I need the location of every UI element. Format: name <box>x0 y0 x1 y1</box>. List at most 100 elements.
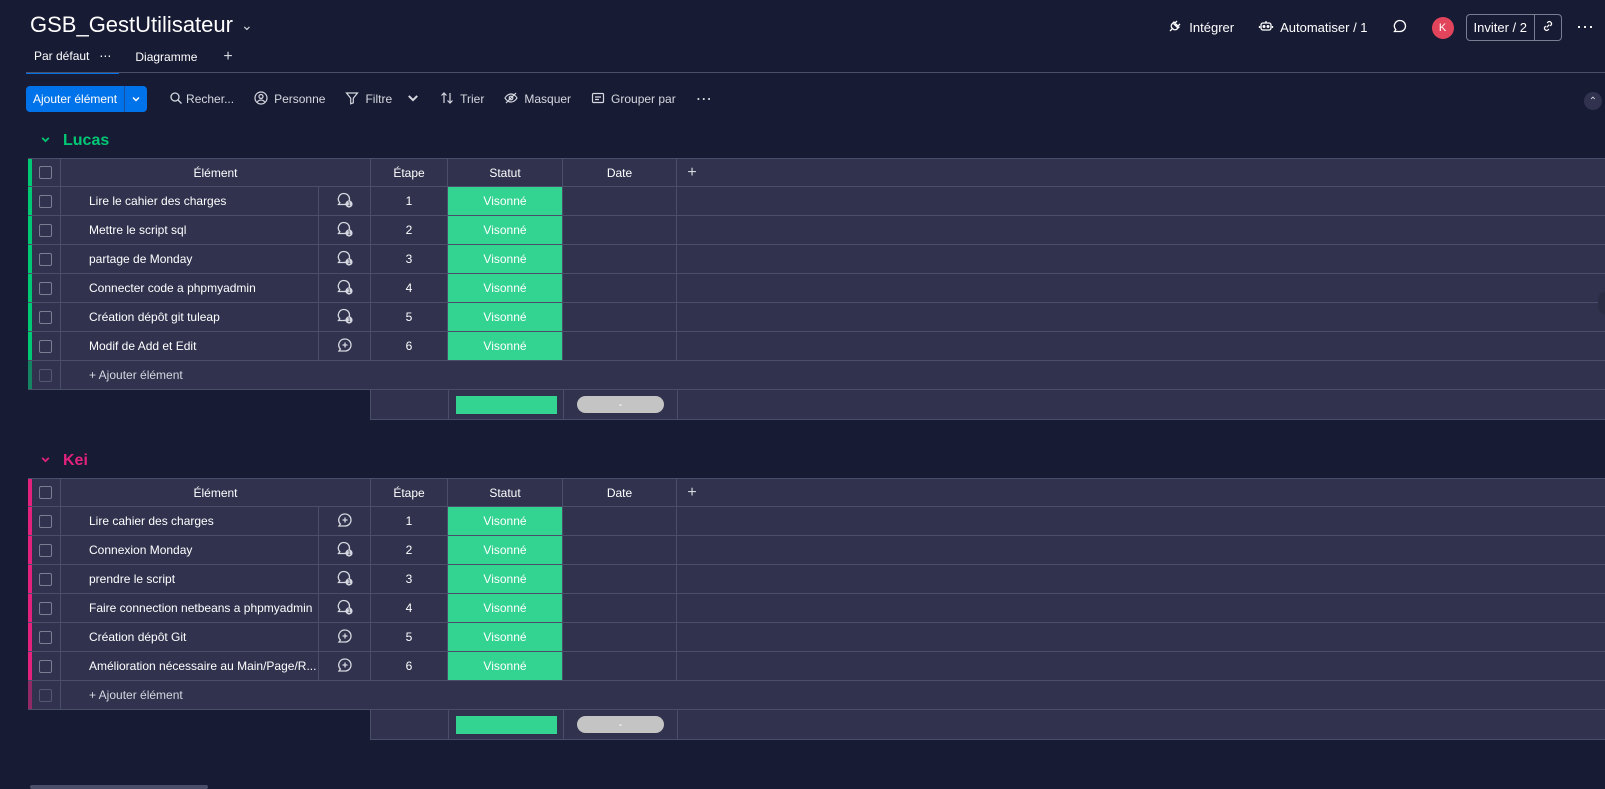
item-updates-button[interactable] <box>319 332 371 360</box>
add-item-input[interactable]: + Ajouter élément <box>61 361 461 389</box>
add-item-row[interactable]: + Ajouter élément <box>28 361 1605 390</box>
select-all-checkbox[interactable] <box>31 479 61 506</box>
item-name[interactable]: Création dépôt git tuleap <box>61 303 319 331</box>
table-row[interactable]: Faire connection netbeans a phpmyadmin 1… <box>28 594 1605 623</box>
status-badge[interactable]: Visonné <box>448 652 563 680</box>
automate-button[interactable]: Automatiser / 1 <box>1246 14 1379 41</box>
column-header-status[interactable]: Statut <box>448 159 563 186</box>
select-all-checkbox[interactable] <box>31 159 61 186</box>
board-title[interactable]: GSB_GestUtilisateur ⌄ <box>30 12 253 38</box>
avatar[interactable]: K <box>1431 16 1454 39</box>
column-header-status[interactable]: Statut <box>448 479 563 506</box>
item-step[interactable]: 2 <box>371 216 448 244</box>
hide-button[interactable]: Masquer <box>494 86 581 112</box>
side-panel-handle[interactable] <box>1598 292 1605 314</box>
invite-button[interactable]: Inviter / 2 <box>1467 15 1535 40</box>
more-options-icon[interactable]: ⋯ <box>1562 17 1595 38</box>
item-date[interactable] <box>563 594 677 622</box>
item-updates-button[interactable] <box>319 507 371 535</box>
add-item-dropdown[interactable] <box>125 86 147 112</box>
status-badge[interactable]: Visonné <box>448 594 563 622</box>
item-step[interactable]: 2 <box>371 536 448 564</box>
item-updates-button[interactable] <box>319 623 371 651</box>
chevron-down-icon[interactable]: ⌄ <box>241 17 253 34</box>
row-checkbox[interactable] <box>31 303 61 331</box>
status-badge[interactable]: Visonné <box>448 332 563 360</box>
add-column-button[interactable]: + <box>677 479 707 506</box>
table-row[interactable]: Création dépôt git tuleap 1 5 Visonné <box>28 303 1605 332</box>
updates-button[interactable] <box>1380 14 1420 41</box>
add-item-input[interactable]: + Ajouter élément <box>61 681 461 709</box>
status-badge[interactable]: Visonné <box>448 216 563 244</box>
row-checkbox[interactable] <box>31 216 61 244</box>
item-step[interactable]: 6 <box>371 332 448 360</box>
table-row[interactable]: Amélioration nécessaire au Main/Page/R..… <box>28 652 1605 681</box>
item-name[interactable]: Amélioration nécessaire au Main/Page/R..… <box>61 652 319 680</box>
column-header-element[interactable]: Élément <box>61 159 371 186</box>
item-name[interactable]: Connecter code a phpmyadmin <box>61 274 319 302</box>
integrate-button[interactable]: Intégrer <box>1155 14 1246 41</box>
person-filter-button[interactable]: Personne <box>244 86 335 112</box>
item-date[interactable] <box>563 332 677 360</box>
status-badge[interactable]: Visonné <box>448 187 563 215</box>
chevron-down-icon[interactable] <box>40 454 51 468</box>
item-updates-button[interactable]: 1 <box>319 274 371 302</box>
tab-default[interactable]: Par défaut ⋯ <box>26 46 120 74</box>
item-date[interactable] <box>563 652 677 680</box>
item-name[interactable]: prendre le script <box>61 565 319 593</box>
item-step[interactable]: 3 <box>371 245 448 273</box>
item-updates-button[interactable]: 1 <box>319 594 371 622</box>
item-name[interactable]: Création dépôt Git <box>61 623 319 651</box>
item-date[interactable] <box>563 187 677 215</box>
table-row[interactable]: Modif de Add et Edit 6 Visonné <box>28 332 1605 361</box>
status-badge[interactable]: Visonné <box>448 507 563 535</box>
column-header-element[interactable]: Élément <box>61 479 371 506</box>
item-name[interactable]: Modif de Add et Edit <box>61 332 319 360</box>
group-title-lucas[interactable]: Lucas <box>40 130 109 152</box>
item-date[interactable] <box>563 216 677 244</box>
item-name[interactable]: Faire connection netbeans a phpmyadmin <box>61 594 319 622</box>
group-title-kei[interactable]: Kei <box>40 450 88 472</box>
collapse-header-button[interactable]: ⌃ <box>1584 92 1602 110</box>
column-header-date[interactable]: Date <box>563 479 677 506</box>
table-row[interactable]: Mettre le script sql 1 2 Visonné <box>28 216 1605 245</box>
item-date[interactable] <box>563 565 677 593</box>
item-name[interactable]: Connexion Monday <box>61 536 319 564</box>
row-checkbox[interactable] <box>31 681 61 709</box>
summary-date[interactable]: - <box>564 390 678 419</box>
table-row[interactable]: partage de Monday 1 3 Visonné <box>28 245 1605 274</box>
item-updates-button[interactable]: 1 <box>319 303 371 331</box>
copy-link-button[interactable] <box>1535 19 1561 36</box>
row-checkbox[interactable] <box>31 565 61 593</box>
row-checkbox[interactable] <box>31 274 61 302</box>
table-row[interactable]: Lire le cahier des charges 1 1 Visonné <box>28 187 1605 216</box>
table-row[interactable]: Connexion Monday 1 2 Visonné <box>28 536 1605 565</box>
item-name[interactable]: partage de Monday <box>61 245 319 273</box>
filter-button[interactable]: Filtre <box>335 86 430 112</box>
row-checkbox[interactable] <box>31 623 61 651</box>
item-date[interactable] <box>563 507 677 535</box>
item-updates-button[interactable]: 1 <box>319 245 371 273</box>
item-date[interactable] <box>563 245 677 273</box>
add-view-button[interactable]: + <box>215 46 240 74</box>
item-name[interactable]: Lire le cahier des charges <box>61 187 319 215</box>
status-badge[interactable]: Visonné <box>448 303 563 331</box>
summary-status[interactable] <box>449 390 564 419</box>
row-checkbox[interactable] <box>31 361 61 389</box>
status-badge[interactable]: Visonné <box>448 274 563 302</box>
item-date[interactable] <box>563 536 677 564</box>
item-updates-button[interactable]: 1 <box>319 187 371 215</box>
add-item-row[interactable]: + Ajouter élément <box>28 681 1605 710</box>
item-step[interactable]: 4 <box>371 274 448 302</box>
item-step[interactable]: 1 <box>371 187 448 215</box>
status-badge[interactable]: Visonné <box>448 623 563 651</box>
summary-date[interactable]: - <box>564 710 678 739</box>
horizontal-scrollbar[interactable] <box>30 785 208 789</box>
row-checkbox[interactable] <box>31 187 61 215</box>
column-header-date[interactable]: Date <box>563 159 677 186</box>
row-checkbox[interactable] <box>31 245 61 273</box>
table-row[interactable]: prendre le script 1 3 Visonné <box>28 565 1605 594</box>
table-row[interactable]: Création dépôt Git 5 Visonné <box>28 623 1605 652</box>
item-date[interactable] <box>563 303 677 331</box>
item-step[interactable]: 6 <box>371 652 448 680</box>
